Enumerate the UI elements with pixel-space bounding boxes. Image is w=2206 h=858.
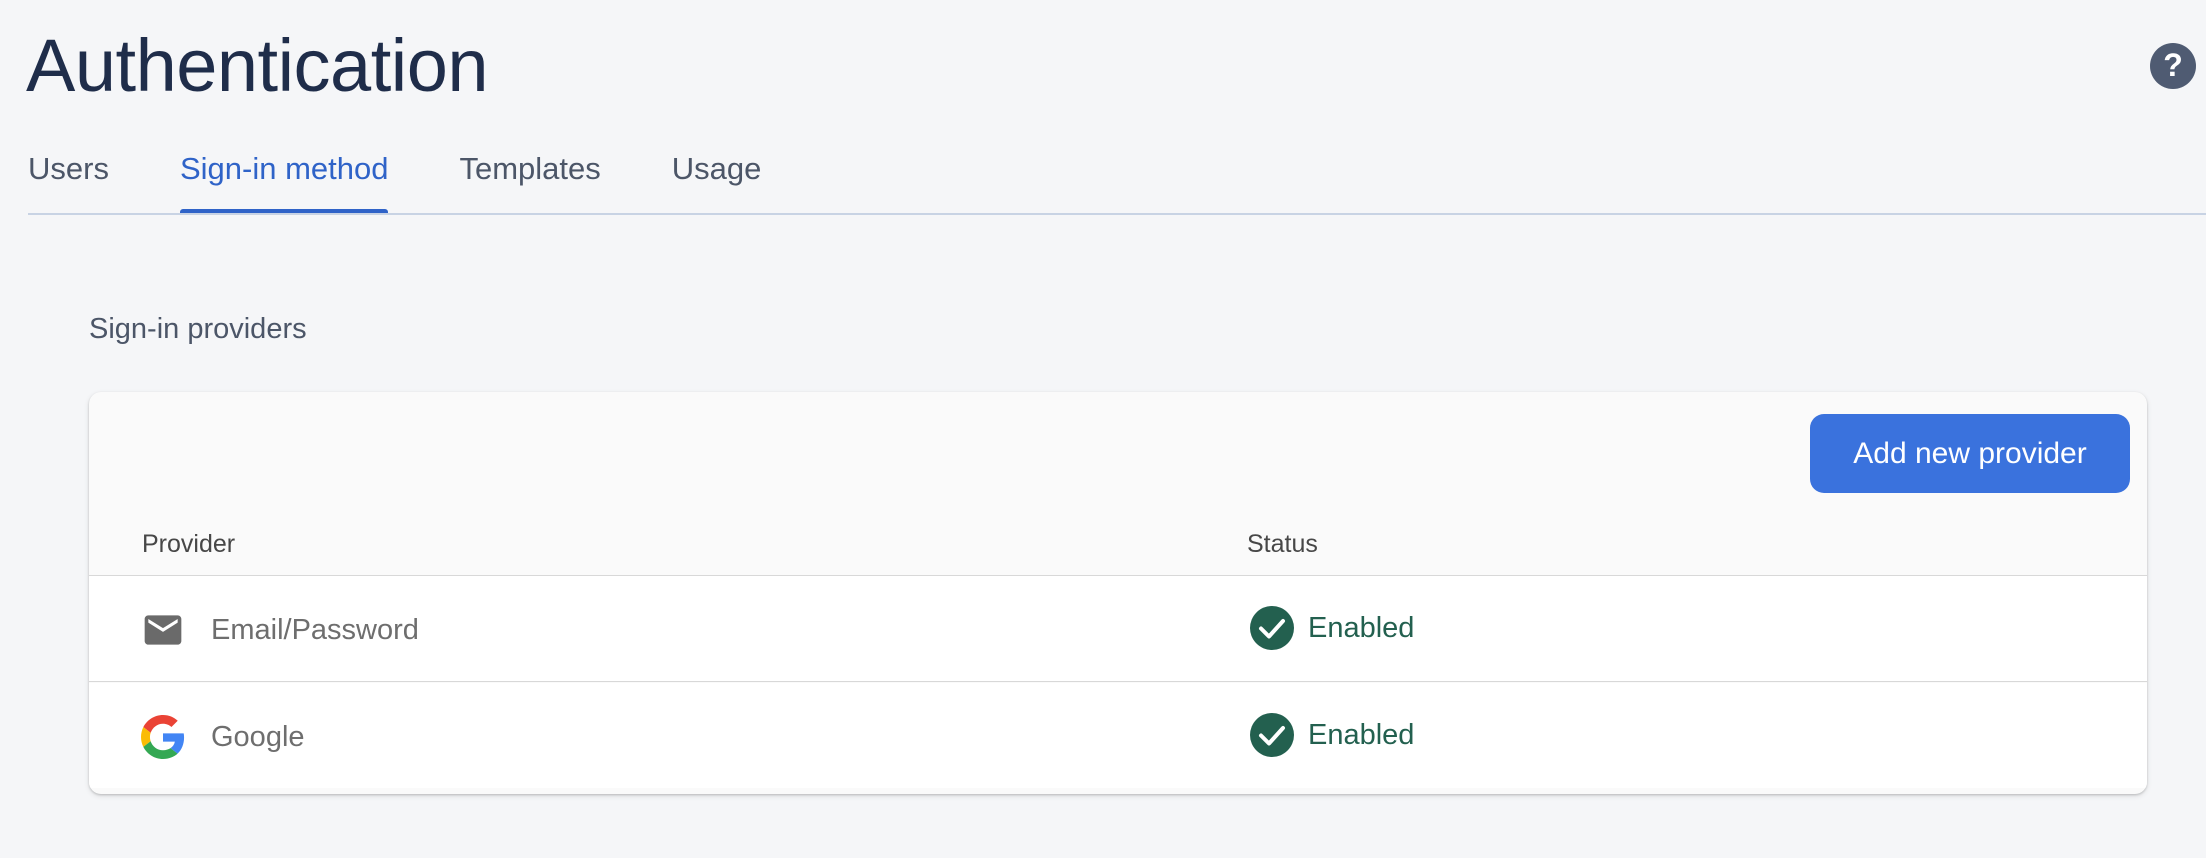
- providers-card: Add new provider Provider Status Email/P…: [89, 392, 2147, 794]
- table-row[interactable]: Email/Password Enabled: [89, 576, 2147, 682]
- status-text: Enabled: [1308, 718, 1415, 751]
- provider-name: Google: [211, 721, 305, 753]
- column-header-provider: Provider: [142, 530, 236, 558]
- status-cell: Enabled: [1250, 713, 1414, 757]
- tab-usage[interactable]: Usage: [672, 140, 762, 214]
- tabs-divider: [28, 213, 2206, 215]
- column-header-status: Status: [1247, 530, 1318, 558]
- tab-users[interactable]: Users: [28, 140, 109, 214]
- add-new-provider-button[interactable]: Add new provider: [1810, 414, 2130, 493]
- google-logo-icon: [141, 715, 185, 759]
- table-row[interactable]: Google Enabled: [89, 683, 2147, 788]
- email-icon: [141, 608, 185, 652]
- check-circle-icon: [1250, 606, 1294, 650]
- tab-sign-in-method[interactable]: Sign-in method: [179, 140, 388, 215]
- help-icon[interactable]: ?: [2150, 43, 2196, 89]
- status-text: Enabled: [1308, 611, 1415, 644]
- page-title: Authentication: [26, 24, 489, 107]
- tab-bar: Users Sign-in method Templates Usage: [28, 140, 762, 215]
- provider-name: Email/Password: [211, 614, 419, 646]
- check-circle-icon: [1250, 713, 1294, 757]
- status-cell: Enabled: [1250, 606, 1414, 650]
- svg-text:?: ?: [2163, 47, 2183, 83]
- table-header: Provider Status: [89, 522, 2147, 576]
- tab-templates[interactable]: Templates: [459, 140, 600, 214]
- section-title: Sign-in providers: [89, 313, 307, 345]
